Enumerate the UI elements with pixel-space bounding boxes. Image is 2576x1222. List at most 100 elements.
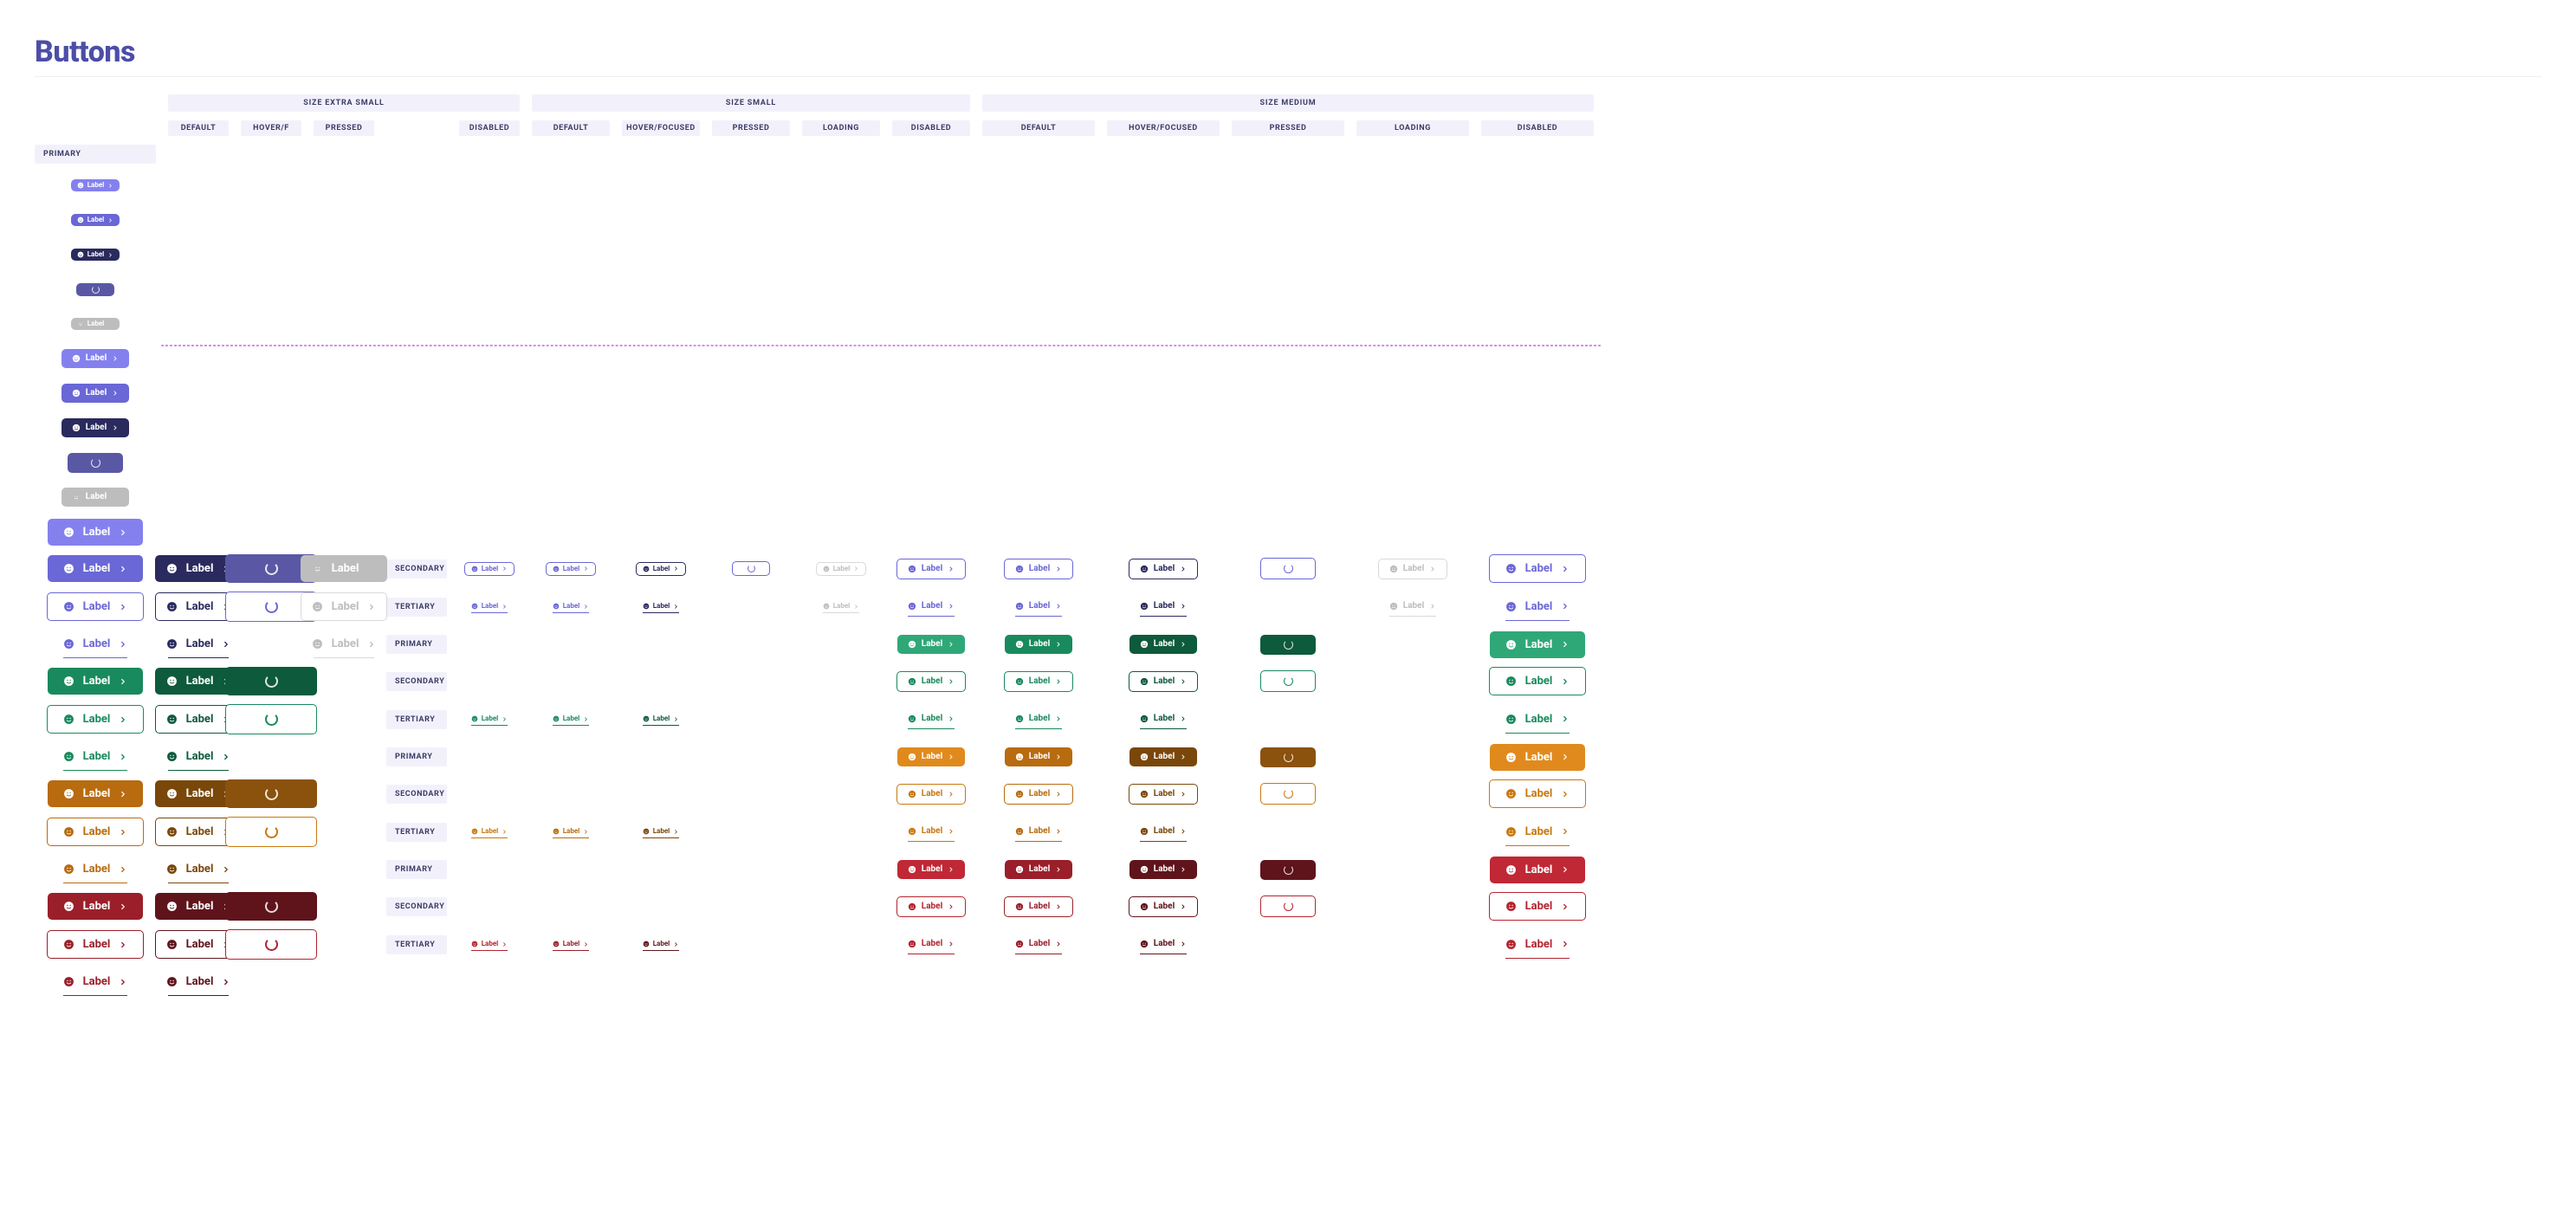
green-tertiary-xs-hover-button[interactable]: Label (553, 713, 590, 726)
orange-tertiary-md-pressed-button[interactable]: Label (168, 856, 229, 883)
red-tertiary-sm-default-button[interactable]: Label (908, 934, 955, 954)
purple-secondary-xs-loading-button[interactable] (732, 561, 770, 576)
purple-primary-md-hover-button[interactable]: Label (48, 555, 144, 582)
red-tertiary-sm-hover-button[interactable]: Label (1015, 934, 1062, 954)
red-secondary-sm-hover-button[interactable]: Label (1004, 896, 1073, 917)
purple-tertiary-xs-hover-button[interactable]: Label (553, 600, 590, 613)
green-tertiary-xs-pressed-button[interactable]: Label (643, 713, 680, 726)
purple-primary-sm-hover-button[interactable]: Label (61, 384, 129, 403)
red-secondary-sm-loading-button[interactable] (1260, 895, 1316, 917)
purple-primary-sm-loading-button[interactable] (68, 453, 123, 473)
red-tertiary-sm-pressed-button[interactable]: Label (1140, 934, 1187, 954)
purple-secondary-xs-disabled-button[interactable]: Label (816, 562, 867, 576)
green-secondary-sm-pressed-button[interactable]: Label (1129, 671, 1198, 692)
orange-secondary-sm-loading-button[interactable] (1260, 783, 1316, 805)
green-tertiary-md-hover-button[interactable]: Label (63, 743, 128, 771)
orange-secondary-md-default-button[interactable]: Label (1489, 779, 1587, 808)
purple-primary-xs-default-button[interactable]: Label (71, 179, 120, 191)
orange-secondary-sm-hover-button[interactable]: Label (1004, 784, 1073, 805)
purple-secondary-sm-hover-button[interactable]: Label (1004, 559, 1073, 579)
green-secondary-sm-hover-button[interactable]: Label (1004, 671, 1073, 692)
green-primary-md-default-button[interactable]: Label (1490, 631, 1586, 658)
green-secondary-sm-loading-button[interactable] (1260, 670, 1316, 692)
green-tertiary-sm-pressed-button[interactable]: Label (1140, 709, 1187, 729)
green-primary-sm-default-button[interactable]: Label (897, 635, 965, 654)
purple-tertiary-md-pressed-button[interactable]: Label (168, 630, 229, 658)
orange-primary-sm-hover-button[interactable]: Label (1005, 747, 1072, 766)
purple-tertiary-xs-pressed-button[interactable]: Label (643, 600, 680, 613)
red-tertiary-xs-hover-button[interactable]: Label (553, 938, 590, 951)
green-secondary-md-hover-button[interactable]: Label (47, 705, 145, 734)
green-secondary-md-loading-button[interactable] (225, 704, 317, 734)
purple-tertiary-md-hover-button[interactable]: Label (63, 630, 128, 658)
orange-tertiary-xs-default-button[interactable]: Label (471, 825, 508, 838)
red-tertiary-md-pressed-button[interactable]: Label (168, 968, 229, 996)
green-tertiary-md-pressed-button[interactable]: Label (168, 743, 229, 771)
orange-primary-md-loading-button[interactable] (225, 779, 317, 808)
purple-secondary-sm-pressed-button[interactable]: Label (1129, 559, 1198, 579)
purple-secondary-md-disabled-button[interactable]: Label (301, 592, 387, 621)
purple-primary-sm-pressed-button[interactable]: Label (61, 418, 129, 437)
red-secondary-sm-default-button[interactable]: Label (896, 896, 966, 917)
orange-tertiary-sm-pressed-button[interactable]: Label (1140, 822, 1187, 842)
purple-secondary-sm-disabled-button[interactable]: Label (1378, 559, 1447, 579)
red-tertiary-xs-default-button[interactable]: Label (471, 938, 508, 951)
orange-tertiary-sm-default-button[interactable]: Label (908, 822, 955, 842)
green-tertiary-xs-default-button[interactable]: Label (471, 713, 508, 726)
purple-secondary-sm-default-button[interactable]: Label (896, 559, 966, 579)
green-secondary-sm-default-button[interactable]: Label (896, 671, 966, 692)
purple-primary-sm-disabled-button[interactable]: Label (61, 488, 129, 507)
green-tertiary-sm-default-button[interactable]: Label (908, 709, 955, 729)
orange-secondary-md-hover-button[interactable]: Label (47, 818, 145, 846)
red-primary-sm-hover-button[interactable]: Label (1005, 860, 1072, 879)
purple-primary-sm-default-button[interactable]: Label (61, 349, 129, 368)
green-primary-md-hover-button[interactable]: Label (48, 668, 144, 695)
red-primary-sm-pressed-button[interactable]: Label (1129, 860, 1197, 879)
green-secondary-md-default-button[interactable]: Label (1489, 667, 1587, 695)
green-primary-sm-pressed-button[interactable]: Label (1129, 635, 1197, 654)
purple-secondary-xs-default-button[interactable]: Label (464, 562, 515, 576)
purple-primary-xs-loading-button[interactable] (76, 283, 114, 296)
purple-tertiary-xs-disabled-button[interactable]: Label (823, 600, 860, 613)
purple-primary-xs-hover-button[interactable]: Label (71, 214, 120, 226)
green-primary-sm-hover-button[interactable]: Label (1005, 635, 1072, 654)
red-primary-sm-loading-button[interactable] (1260, 860, 1316, 880)
purple-primary-md-disabled-button[interactable]: Label (301, 555, 387, 582)
red-primary-md-loading-button[interactable] (225, 892, 317, 921)
purple-tertiary-sm-default-button[interactable]: Label (908, 597, 955, 617)
purple-tertiary-sm-disabled-button[interactable]: Label (1389, 597, 1436, 617)
orange-secondary-md-loading-button[interactable] (225, 817, 317, 847)
red-primary-md-default-button[interactable]: Label (1490, 857, 1586, 883)
red-secondary-sm-pressed-button[interactable]: Label (1129, 896, 1198, 917)
purple-secondary-xs-hover-button[interactable]: Label (546, 562, 597, 576)
orange-tertiary-xs-pressed-button[interactable]: Label (643, 825, 680, 838)
red-tertiary-md-hover-button[interactable]: Label (63, 968, 128, 996)
orange-primary-sm-loading-button[interactable] (1260, 747, 1316, 767)
orange-primary-sm-default-button[interactable]: Label (897, 747, 965, 766)
red-primary-md-hover-button[interactable]: Label (48, 893, 144, 920)
orange-tertiary-xs-hover-button[interactable]: Label (553, 825, 590, 838)
purple-tertiary-sm-pressed-button[interactable]: Label (1140, 597, 1187, 617)
purple-tertiary-xs-default-button[interactable]: Label (471, 600, 508, 613)
orange-tertiary-md-default-button[interactable]: Label (1505, 818, 1570, 846)
green-tertiary-sm-hover-button[interactable]: Label (1015, 709, 1062, 729)
orange-tertiary-sm-hover-button[interactable]: Label (1015, 822, 1062, 842)
red-primary-sm-default-button[interactable]: Label (897, 860, 965, 879)
orange-primary-md-default-button[interactable]: Label (1490, 744, 1586, 771)
purple-tertiary-md-disabled-button[interactable]: Label (314, 630, 374, 658)
green-primary-sm-loading-button[interactable] (1260, 635, 1316, 655)
red-tertiary-xs-pressed-button[interactable]: Label (643, 938, 680, 951)
orange-primary-sm-pressed-button[interactable]: Label (1129, 747, 1197, 766)
purple-secondary-sm-loading-button[interactable] (1260, 558, 1316, 579)
purple-tertiary-md-default-button[interactable]: Label (1505, 593, 1570, 621)
purple-secondary-md-hover-button[interactable]: Label (47, 592, 145, 621)
orange-secondary-sm-pressed-button[interactable]: Label (1129, 784, 1198, 805)
orange-secondary-sm-default-button[interactable]: Label (896, 784, 966, 805)
orange-primary-md-hover-button[interactable]: Label (48, 780, 144, 807)
orange-tertiary-md-hover-button[interactable]: Label (63, 856, 128, 883)
purple-secondary-md-default-button[interactable]: Label (1489, 554, 1587, 583)
purple-primary-md-default-button[interactable]: Label (48, 519, 144, 546)
red-secondary-md-default-button[interactable]: Label (1489, 892, 1587, 921)
purple-primary-xs-disabled-button[interactable]: Label (71, 318, 120, 330)
red-secondary-md-loading-button[interactable] (225, 929, 317, 960)
